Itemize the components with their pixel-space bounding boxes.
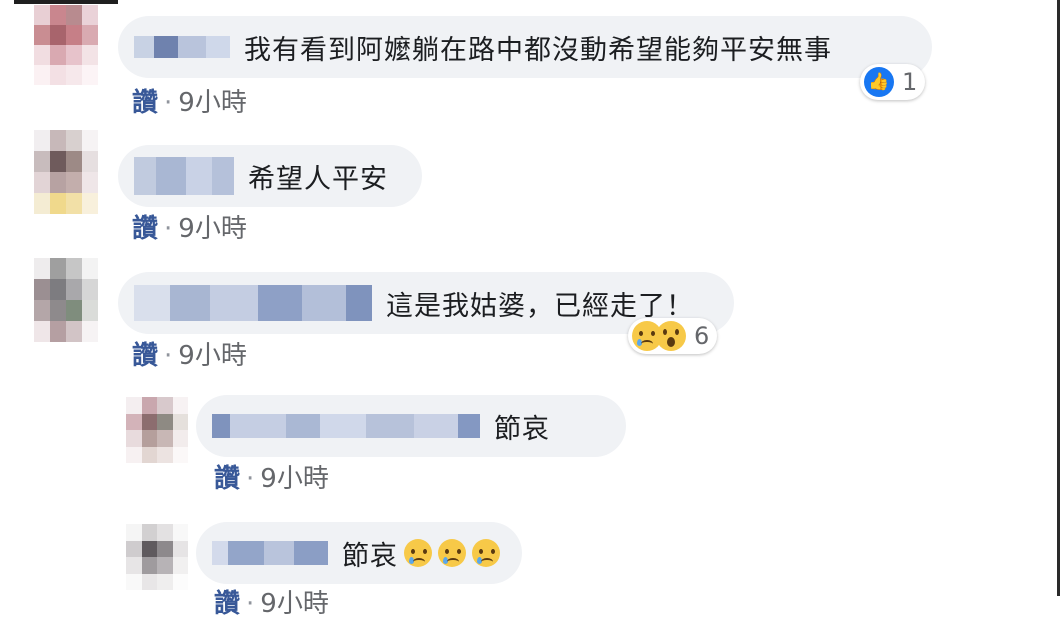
reaction-summary[interactable]: 6 [628, 318, 718, 354]
reply-bubble: 節哀 [196, 395, 626, 457]
reply-emoji-group [404, 539, 500, 567]
separator-dot: · [164, 214, 173, 244]
avatar[interactable] [34, 5, 98, 85]
timestamp[interactable]: 9小時 [178, 88, 247, 118]
commenter-name[interactable] [134, 36, 230, 58]
avatar[interactable] [126, 397, 188, 463]
avatar[interactable] [34, 130, 98, 214]
timestamp[interactable]: 9小時 [178, 341, 247, 371]
avatar[interactable] [34, 258, 98, 342]
like-link[interactable]: 讚 [214, 589, 240, 619]
commenter-name[interactable] [212, 541, 328, 565]
like-link[interactable]: 讚 [132, 214, 158, 244]
sad-emoji-icon [438, 539, 466, 567]
reply-text: 節哀 [342, 540, 398, 572]
like-link[interactable]: 讚 [132, 341, 158, 371]
commenter-name[interactable] [134, 157, 234, 195]
wow-reaction-icon [656, 321, 686, 351]
separator-dot: · [246, 464, 255, 494]
comment-text: 這是我姑婆，已經走了！ [386, 290, 694, 322]
comment-meta: 讚 · 9小時 [132, 82, 247, 119]
timestamp[interactable]: 9小時 [178, 214, 247, 244]
comment-bubble: 我有看到阿嬤躺在路中都沒動希望能夠平安無事 [118, 16, 932, 78]
like-link[interactable]: 讚 [132, 88, 158, 118]
comment-bubble: 希望人平安 [118, 145, 422, 207]
reply-bubble: 節哀 [196, 522, 522, 584]
commenter-name[interactable] [134, 285, 372, 321]
commenter-name[interactable] [212, 414, 480, 438]
sad-emoji-icon [472, 539, 500, 567]
comment-text: 希望人平安 [248, 163, 388, 195]
timestamp[interactable]: 9小時 [260, 464, 329, 494]
reply-meta: 讚 · 9小時 [214, 458, 329, 495]
sad-emoji-icon [404, 539, 432, 567]
comment-meta: 讚 · 9小時 [132, 335, 247, 372]
top-edge-bar [14, 0, 118, 4]
avatar[interactable] [126, 524, 188, 590]
comment-meta: 讚 · 9小時 [132, 208, 247, 245]
reply-meta: 讚 · 9小時 [214, 583, 329, 620]
comment-text: 我有看到阿嬤躺在路中都沒動希望能夠平安無事 [244, 34, 832, 66]
separator-dot: · [164, 341, 173, 371]
reply-text: 節哀 [494, 413, 550, 445]
separator-dot: · [246, 589, 255, 619]
reaction-count: 1 [902, 68, 918, 96]
timestamp[interactable]: 9小時 [260, 589, 329, 619]
like-link[interactable]: 讚 [214, 464, 240, 494]
separator-dot: · [164, 88, 173, 118]
reaction-count: 6 [694, 322, 710, 350]
like-reaction-icon: 👍 [864, 67, 894, 97]
reaction-summary[interactable]: 👍 1 [860, 64, 926, 100]
